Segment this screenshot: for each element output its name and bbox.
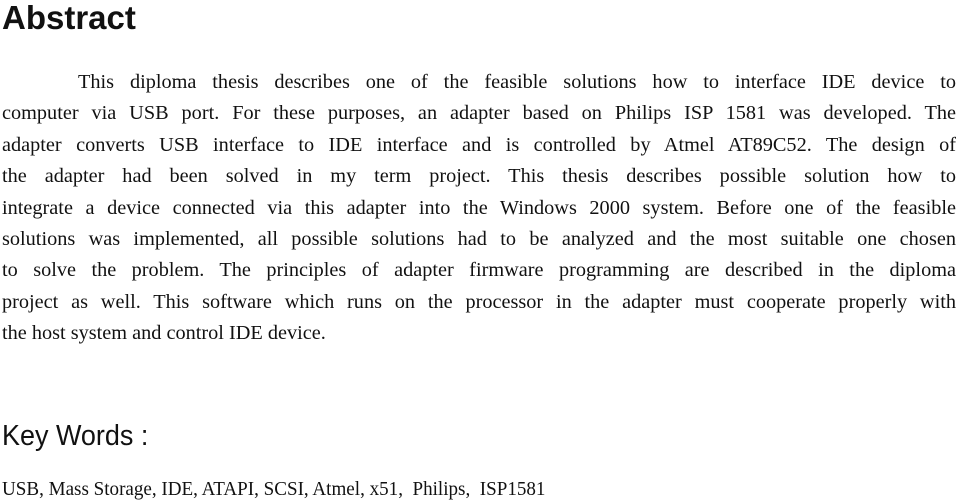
abstract-heading: Abstract: [2, 0, 136, 36]
abstract-line: project as well. This software which run…: [2, 290, 956, 313]
abstract-line: integrate a device connected via this ad…: [2, 196, 956, 219]
abstract-line: to solve the problem. The principles of …: [2, 259, 956, 282]
abstract-line: computer via USB port. For these purpose…: [2, 102, 956, 125]
abstract-line: adapter converts USB interface to IDE in…: [2, 133, 956, 156]
keywords-heading: Key Words :: [2, 420, 149, 452]
abstract-paragraph: This diploma thesis describes one of the…: [2, 67, 956, 350]
abstract-line: solutions was implemented, all possible …: [2, 227, 956, 250]
abstract-line: the adapter had been solved in my term p…: [2, 165, 956, 188]
abstract-line: the host system and control IDE device.: [2, 322, 326, 345]
abstract-line: This diploma thesis describes one of the…: [78, 71, 956, 93]
keywords-list: USB, Mass Storage, IDE, ATAPI, SCSI, Atm…: [2, 478, 546, 500]
